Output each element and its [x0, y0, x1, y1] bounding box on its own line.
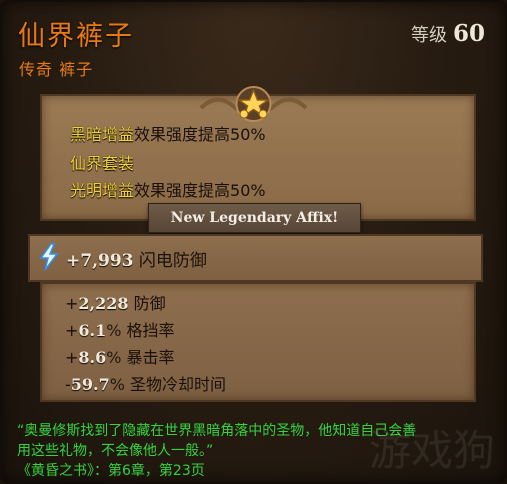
affix-highlight: 光明增益 [70, 181, 135, 200]
stat-prefix: + [65, 294, 79, 313]
stat-label: 圣物冷却时间 [130, 375, 227, 394]
stat-label: 防御 [133, 294, 166, 313]
stat-value: 6.1 [78, 321, 107, 340]
stat-line: +2,228 防御 [65, 290, 166, 314]
level-label: 等级 [410, 25, 447, 46]
watermark: 游戏狗 [368, 426, 495, 475]
stat-label: 暴击率 [126, 348, 175, 367]
affix-highlight: 黑暗增益 [70, 125, 135, 144]
item-level: 等级 60 [411, 20, 485, 47]
item-tooltip: 仙界裤子 传奇 裤子 等级 60 黑暗增益效果强度提高50% 仙界套装 光明增益效… [0, 0, 507, 484]
affix-line: 光明增益效果强度提高50% [70, 177, 266, 201]
primary-stat-value: +7,993 [66, 251, 134, 271]
item-rarity-type: 传奇 裤子 [19, 60, 94, 79]
stat-line: +6.1% 格挡率 [65, 317, 175, 341]
stat-suffix: % [106, 348, 122, 367]
affix-text: 效果强度提高50% [134, 125, 266, 144]
affix-text: 效果强度提高50% [134, 181, 266, 200]
primary-stat-label: 闪电防御 [138, 251, 207, 271]
affix-line: 黑暗增益效果强度提高50% [70, 121, 266, 145]
stat-value: 2,228 [78, 294, 129, 313]
lightning-icon [39, 243, 59, 271]
stat-prefix: + [65, 321, 79, 340]
stat-suffix: % [109, 375, 125, 394]
affix-highlight: 仙界套装 [70, 154, 135, 173]
stat-label: 格挡率 [126, 321, 175, 340]
stat-prefix: + [65, 348, 79, 367]
stat-suffix: % [106, 321, 122, 340]
stat-value: 59.7 [70, 375, 110, 394]
stat-line: +8.6% 暴击率 [65, 344, 175, 368]
affix-line: 仙界套装 [70, 150, 134, 174]
level-value: 60 [452, 20, 485, 47]
new-affix-banner: New Legendary Affix! [148, 203, 361, 233]
item-name: 仙界裤子 [18, 21, 134, 52]
star-icon [199, 86, 308, 122]
primary-stat: +7,993 闪电防御 [66, 246, 207, 271]
stat-line: -59.7% 圣物冷却时间 [65, 371, 226, 395]
stat-value: 8.6 [78, 348, 107, 367]
